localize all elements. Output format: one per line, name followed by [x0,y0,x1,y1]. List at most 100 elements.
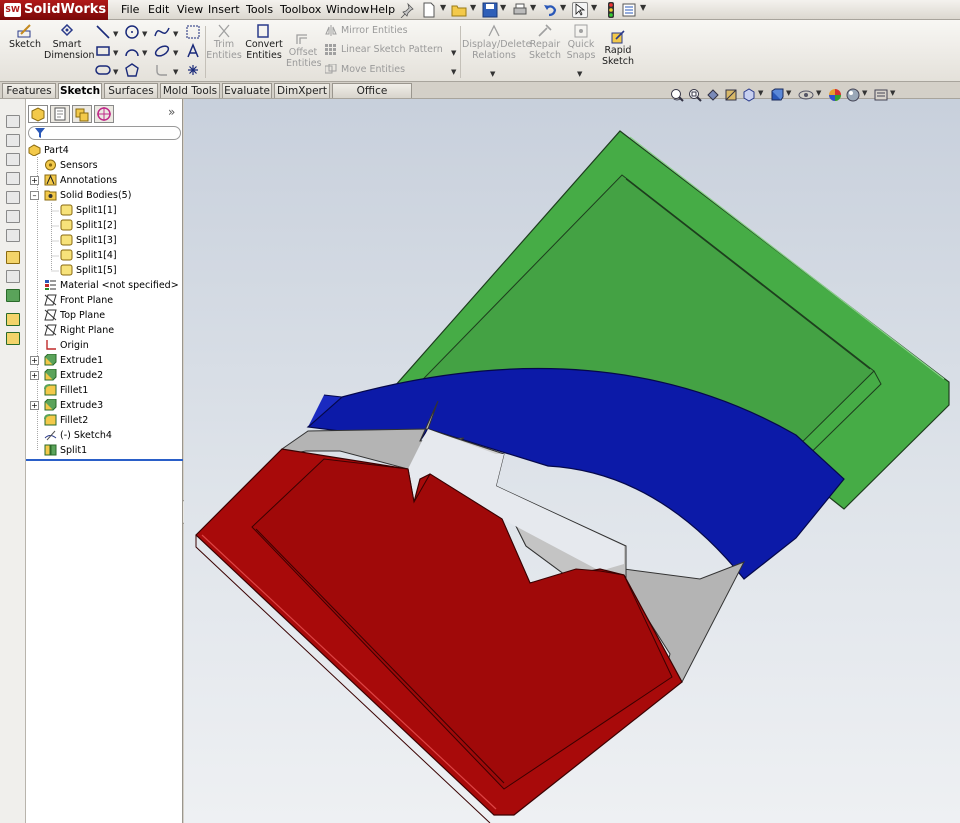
tab-sketch[interactable]: Sketch [58,83,102,99]
slot-icon[interactable] [95,62,111,78]
front-view-icon[interactable] [6,134,20,147]
chevron-down-icon[interactable]: ▼ [786,89,791,97]
tab-features[interactable]: Features [2,83,56,98]
move-entities-button[interactable]: Move Entities [325,63,405,77]
chevron-down-icon[interactable]: ▼ [560,3,566,12]
chevron-down-icon[interactable]: ▼ [173,30,178,38]
sketch-pencil-icon[interactable] [6,251,20,264]
tree-item-extrude3[interactable]: + Extrude3 [30,398,180,413]
graphics-area[interactable] [184,99,960,823]
chevron-down-icon[interactable]: ▼ [640,3,646,12]
quick-snaps-button[interactable]: Quick Snaps [565,22,597,61]
tab-surfaces[interactable]: Surfaces [104,83,158,98]
tab-dimxpert[interactable]: DimXpert [274,83,330,98]
chevron-down-icon[interactable]: ▼ [862,89,867,97]
extrude-strip-icon[interactable] [6,313,20,326]
tree-item-extrude2[interactable]: + Extrude2 [30,368,180,383]
new-document-icon[interactable] [421,2,437,18]
rapid-sketch-button[interactable]: Rapid Sketch [599,28,637,67]
section-view-icon[interactable] [724,88,738,102]
hide-show-items-icon[interactable] [798,88,814,102]
chevron-down-icon[interactable]: ▼ [490,70,495,78]
zoom-to-area-icon[interactable] [688,88,702,102]
options-icon[interactable] [621,2,637,18]
right-view-icon[interactable] [6,191,20,204]
chevron-down-icon[interactable]: ▼ [816,89,821,97]
rebuild-traffic-light-icon[interactable] [603,2,619,18]
previous-view-icon[interactable] [706,88,720,102]
menu-tools[interactable]: Tools [246,0,273,20]
tab-office-products[interactable]: Office Products [332,83,412,111]
arc-icon[interactable] [124,43,140,59]
tree-item-solid-bodies[interactable]: – Solid Bodies(5) [30,188,180,203]
rectangle-icon[interactable] [95,43,111,59]
polygon-icon[interactable] [124,62,140,78]
chevron-down-icon[interactable]: ▼ [440,3,446,12]
top-view-icon[interactable] [6,210,20,223]
left-view-icon[interactable] [6,172,20,185]
expand-plus-icon[interactable]: + [30,176,39,185]
tree-item-extrude1[interactable]: + Extrude1 [30,353,180,368]
pushpin-icon[interactable] [399,2,415,19]
chevron-down-icon[interactable]: ▼ [113,68,118,76]
menu-insert[interactable]: Insert [208,0,240,20]
menu-window[interactable]: Window [326,0,369,20]
spline-icon[interactable] [154,24,170,40]
collapse-minus-icon[interactable]: – [30,191,39,200]
chevron-down-icon[interactable]: ▼ [591,3,597,12]
display-style-icon[interactable] [770,88,784,102]
ellipse-icon[interactable] [154,43,170,59]
view-orientation-icon[interactable] [6,115,20,128]
sketch-picture-icon[interactable] [185,24,201,40]
chevron-down-icon[interactable]: ▼ [142,49,147,57]
smart-dimension-button[interactable]: Smart Dimension [44,22,95,61]
undo-icon[interactable] [542,2,558,18]
chevron-down-icon[interactable]: ▼ [142,30,147,38]
chevron-down-icon[interactable]: ▼ [890,89,895,97]
menu-file[interactable]: File [121,0,139,20]
menu-edit[interactable]: Edit [148,0,169,20]
chevron-down-icon[interactable]: ▼ [113,49,118,57]
bottom-view-icon[interactable] [6,229,20,242]
line-icon[interactable] [95,24,111,40]
model-view[interactable] [184,99,960,823]
chevron-down-icon[interactable]: ▼ [451,68,456,76]
menu-view[interactable]: View [177,0,203,20]
print-icon[interactable] [512,2,528,18]
convert-entities-button[interactable]: Convert Entities [242,22,286,61]
offset-entities-button[interactable]: Offset Entities [286,30,322,69]
chevron-down-icon[interactable]: ▼ [500,3,506,12]
linear-sketch-pattern-button[interactable]: Linear Sketch Pattern [325,43,443,57]
chevron-down-icon[interactable]: ▼ [577,70,582,78]
display-delete-relations-button[interactable]: Display/Delete Relations [462,22,531,61]
text-icon[interactable] [185,43,201,59]
menu-toolbox[interactable]: Toolbox [280,0,321,20]
tab-evaluate[interactable]: Evaluate [222,83,272,98]
trim-entities-button[interactable]: Trim Entities [206,22,242,61]
view-orientation-icon[interactable] [742,88,756,102]
chevron-down-icon[interactable]: ▼ [173,68,178,76]
solidworks-logo[interactable]: SW SolidWorks [0,0,108,20]
chevron-down-icon[interactable]: ▼ [470,3,476,12]
open-folder-icon[interactable] [451,2,467,18]
relations-strip-icon[interactable] [6,289,20,302]
tree-item-annotations[interactable]: + Annotations [30,173,180,188]
apply-scene-icon[interactable] [846,88,860,102]
back-view-icon[interactable] [6,153,20,166]
circle-icon[interactable] [124,24,140,40]
view-settings-icon[interactable] [874,88,888,102]
tab-mold-tools[interactable]: Mold Tools [160,83,220,98]
menu-help[interactable]: Help [370,0,395,20]
smart-dimension-strip-icon[interactable] [6,270,20,283]
chevron-down-icon[interactable]: ▼ [113,30,118,38]
cut-strip-icon[interactable] [6,332,20,345]
split-body-red[interactable] [195,448,683,823]
chevron-down-icon[interactable]: ▼ [530,3,536,12]
expand-plus-icon[interactable]: + [30,356,39,365]
chevron-down-icon[interactable]: ▼ [173,49,178,57]
chevron-down-icon[interactable]: ▼ [451,49,456,57]
zoom-to-fit-icon[interactable] [670,88,684,102]
edit-appearance-icon[interactable] [828,88,842,102]
save-icon[interactable] [482,2,498,18]
sketch-button[interactable]: Sketch [6,22,44,50]
